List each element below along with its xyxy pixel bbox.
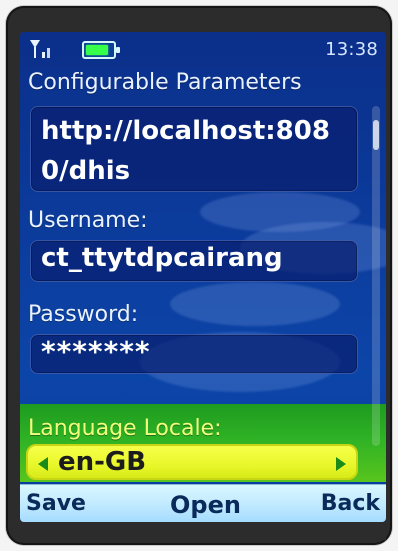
- server-url-field[interactable]: http://localhost:8080/dhis: [30, 106, 358, 192]
- scrollbar-thumb[interactable]: [373, 120, 379, 150]
- username-value: ct_ttytdpcairang: [41, 243, 283, 273]
- save-softkey[interactable]: Save: [26, 491, 86, 516]
- phone-screen: 13:38 Configurable Parameters http://loc…: [20, 32, 386, 522]
- status-time: 13:38: [325, 39, 378, 60]
- language-locale-value: en-GB: [58, 447, 147, 477]
- background-blob: [170, 282, 340, 326]
- right-arrow-icon[interactable]: [336, 457, 346, 471]
- language-label: Language Locale:: [28, 416, 222, 441]
- battery-level-fill: [86, 45, 108, 55]
- softkey-bar: Save Open Back: [20, 484, 386, 522]
- bezel-bottom: [20, 522, 386, 540]
- username-label: Username:: [28, 208, 148, 233]
- status-bar: 13:38: [20, 32, 386, 66]
- open-softkey[interactable]: Open: [170, 491, 241, 519]
- left-arrow-icon[interactable]: [38, 457, 48, 471]
- password-label: Password:: [28, 302, 139, 327]
- scrollbar[interactable]: [372, 106, 380, 446]
- server-url-text: http://localhost:8080/dhis: [41, 116, 330, 186]
- battery-icon: [82, 41, 120, 59]
- username-field[interactable]: ct_ttytdpcairang: [30, 240, 358, 282]
- password-field[interactable]: *******: [30, 334, 358, 374]
- page-title: Configurable Parameters: [28, 70, 302, 95]
- back-softkey[interactable]: Back: [321, 491, 380, 516]
- signal-icon: [30, 40, 50, 58]
- language-locale-select[interactable]: en-GB: [26, 444, 358, 480]
- password-value: *******: [41, 335, 151, 368]
